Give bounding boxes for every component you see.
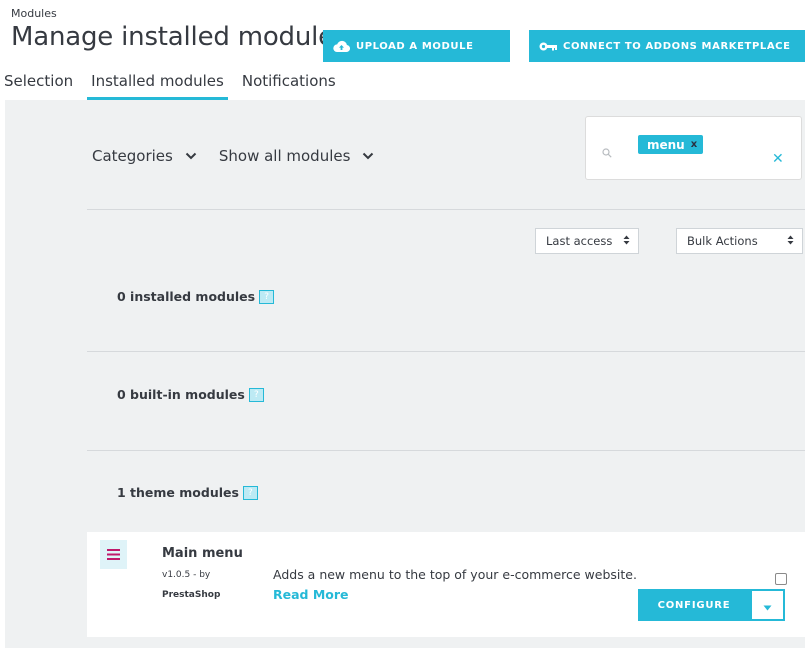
module-search-box[interactable]: menu x ✕ bbox=[585, 116, 802, 180]
search-tag: menu x bbox=[638, 135, 704, 154]
module-card: Main menu v1.0.5 - by PrestaShop Adds a … bbox=[87, 532, 805, 637]
divider bbox=[87, 351, 805, 352]
search-tag-label: menu bbox=[647, 137, 685, 152]
main-content: Categories Show all modules menu x ✕ Las… bbox=[5, 100, 805, 648]
show-modules-dropdown[interactable]: Show all modules bbox=[219, 147, 375, 165]
key-icon bbox=[539, 42, 557, 51]
module-author: PrestaShop bbox=[162, 590, 221, 600]
sort-select-value: Last access bbox=[546, 234, 613, 248]
theme-modules-count: 1 theme modules bbox=[117, 485, 239, 500]
show-modules-label: Show all modules bbox=[218, 147, 351, 165]
upload-module-label: UPLOAD A MODULE bbox=[356, 40, 474, 52]
sort-arrows-icon bbox=[787, 234, 794, 248]
search-icon bbox=[602, 143, 612, 162]
tab-notifications[interactable]: Notifications bbox=[242, 68, 336, 100]
bulk-actions-select[interactable]: Bulk Actions bbox=[676, 228, 803, 254]
module-tabs: Selection Installed modules Notification… bbox=[0, 68, 336, 100]
module-name: Main menu bbox=[162, 546, 243, 561]
chevron-down-icon bbox=[362, 152, 374, 160]
installed-modules-count: 0 installed modules bbox=[117, 289, 256, 304]
connect-addons-label: CONNECT TO ADDONS MARKETPLACE bbox=[563, 40, 791, 52]
divider bbox=[87, 450, 805, 451]
clear-search-button[interactable]: ✕ bbox=[772, 151, 784, 167]
module-description: Adds a new menu to the top of your e-com… bbox=[273, 565, 643, 605]
theme-modules-heading: 1 theme modules ? bbox=[117, 485, 258, 500]
builtin-modules-count: 0 built-in modules bbox=[117, 387, 245, 402]
caret-down-icon bbox=[763, 596, 772, 615]
configure-button[interactable]: CONFIGURE bbox=[638, 589, 750, 621]
installed-modules-heading: 0 installed modules ? bbox=[117, 289, 275, 304]
chevron-down-icon bbox=[185, 152, 197, 160]
tab-installed-modules[interactable]: Installed modules bbox=[87, 68, 228, 100]
configure-dropdown-toggle[interactable] bbox=[750, 589, 785, 621]
tab-selection[interactable]: Selection bbox=[4, 68, 73, 100]
sort-select[interactable]: Last access bbox=[535, 228, 639, 254]
upload-module-button[interactable]: UPLOAD A MODULE bbox=[323, 30, 510, 62]
divider bbox=[87, 209, 805, 210]
builtin-modules-heading: 0 built-in modules ? bbox=[117, 387, 264, 402]
bulk-actions-value: Bulk Actions bbox=[687, 234, 758, 248]
hamburger-menu-icon bbox=[100, 540, 127, 569]
categories-dropdown[interactable]: Categories bbox=[92, 147, 197, 165]
help-icon[interactable]: ? bbox=[259, 289, 275, 304]
help-icon[interactable]: ? bbox=[242, 485, 258, 500]
help-icon[interactable]: ? bbox=[248, 387, 264, 402]
read-more-link[interactable]: Read More bbox=[273, 587, 349, 602]
remove-tag-button[interactable]: x bbox=[691, 139, 697, 150]
cloud-upload-icon bbox=[333, 40, 350, 53]
module-select-checkbox[interactable] bbox=[775, 573, 787, 585]
categories-label: Categories bbox=[92, 147, 173, 165]
connect-addons-button[interactable]: CONNECT TO ADDONS MARKETPLACE bbox=[529, 30, 805, 62]
module-description-text: Adds a new menu to the top of your e-com… bbox=[273, 567, 637, 582]
sort-arrows-icon bbox=[623, 234, 630, 248]
breadcrumb[interactable]: Modules bbox=[11, 7, 57, 20]
filter-bar: Categories Show all modules bbox=[92, 147, 374, 165]
page-title: Manage installed modules bbox=[11, 22, 348, 52]
module-version: v1.0.5 - by bbox=[162, 570, 211, 580]
